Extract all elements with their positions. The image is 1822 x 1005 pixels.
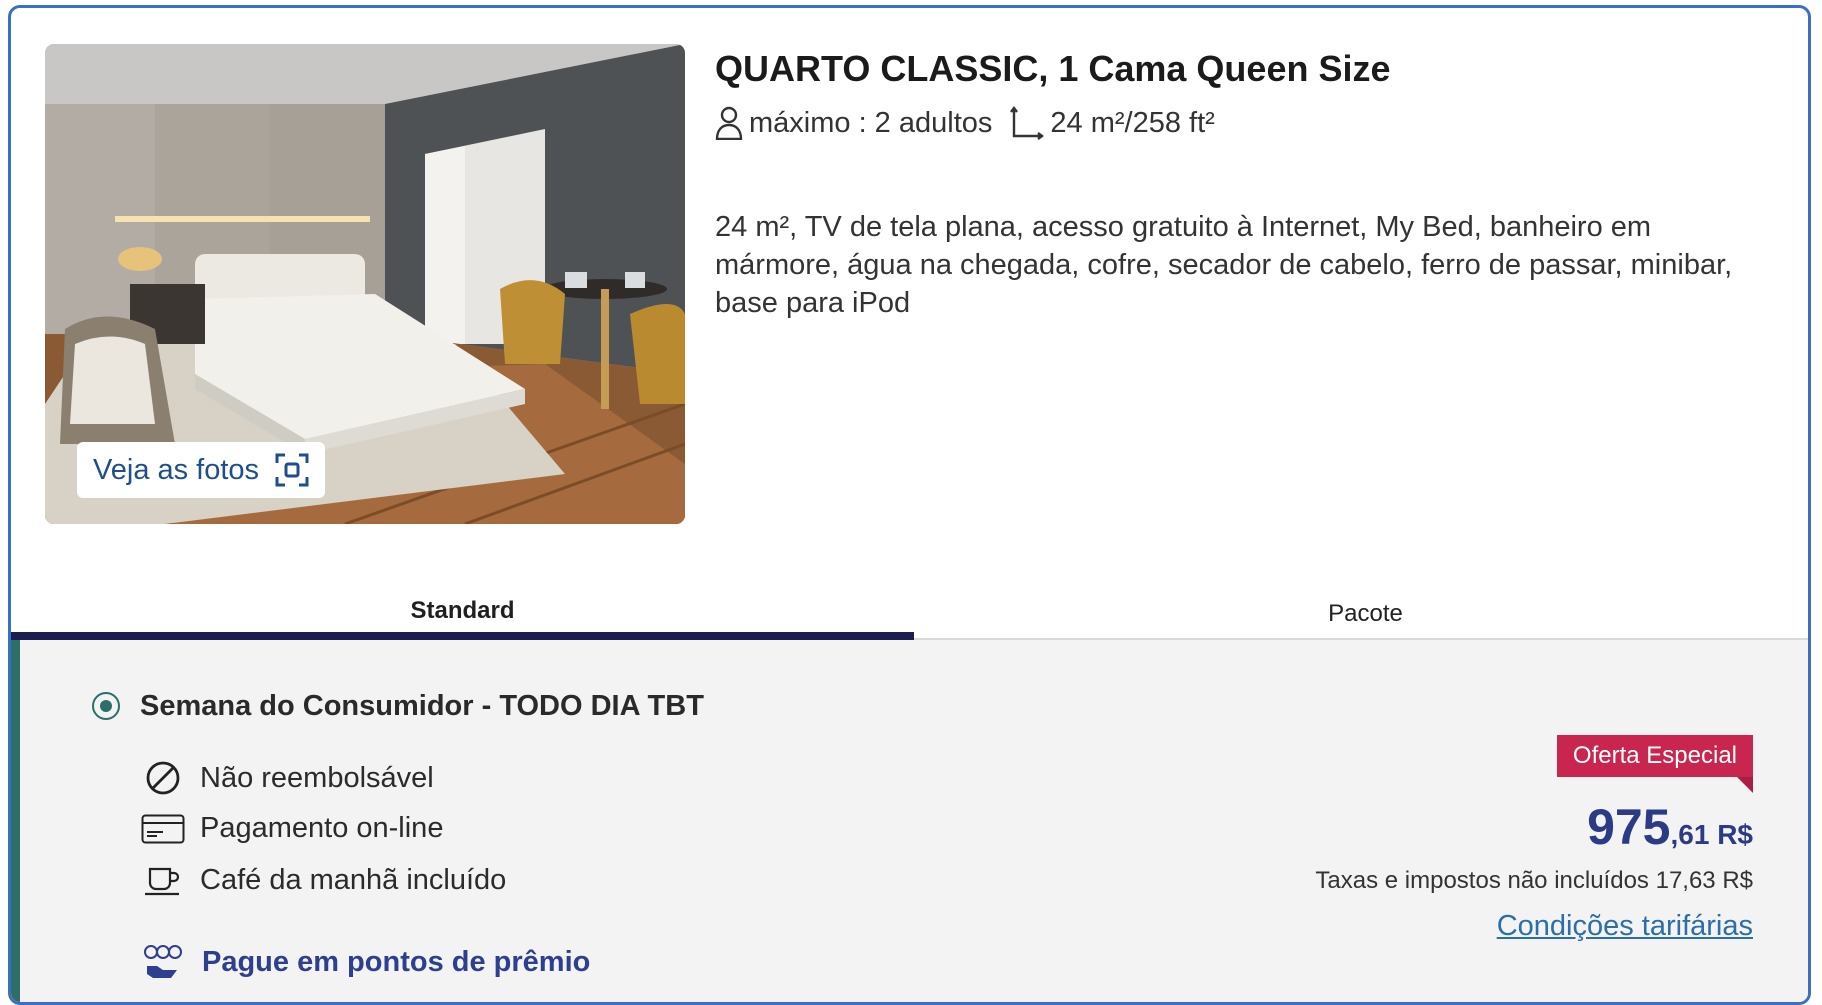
no-refund-icon <box>140 760 186 796</box>
tab-standard[interactable]: Standard <box>11 586 914 640</box>
feature-label: Pagamento on-line <box>200 812 444 844</box>
tab-pacote[interactable]: Pacote <box>914 586 1808 638</box>
feature-breakfast: Café da manhã incluído <box>140 864 506 897</box>
rate-tabs: Standard Pacote <box>11 586 1808 640</box>
room-photo[interactable]: Veja as fotos <box>45 44 685 524</box>
pay-with-points-link[interactable]: Pague em pontos de prêmio <box>140 944 590 980</box>
rate-conditions-link[interactable]: Condições tarifárias <box>1497 910 1753 943</box>
feature-online-payment: Pagamento on-line <box>140 812 443 845</box>
feature-no-refund: Não reembolsável <box>140 760 434 796</box>
room-meta: máximo : 2 adultos 24 m²/258 ft² <box>715 106 1215 140</box>
credit-card-icon <box>140 814 186 844</box>
fullscreen-icon <box>275 453 309 487</box>
room-title: QUARTO CLASSIC, 1 Cama Queen Size <box>715 48 1391 89</box>
rate-option: Semana do Consumidor - TODO DIA TBT Não … <box>11 640 1808 1002</box>
pay-with-points-label: Pague em pontos de prêmio <box>202 945 591 978</box>
feature-label: Não reembolsável <box>200 761 434 794</box>
view-photos-label: Veja as fotos <box>93 453 260 486</box>
room-card: Veja as fotos QUARTO CLASSIC, 1 Cama Que… <box>8 5 1811 1005</box>
price-main: 975 <box>1587 799 1671 855</box>
special-offer-badge: Oferta Especial <box>1556 735 1754 793</box>
taxes-text: Taxas e impostos não incluídos 17,63 R$ <box>1315 867 1753 894</box>
reward-points-icon <box>140 944 186 980</box>
price: 975,61 R$ <box>1587 798 1753 856</box>
room-size-text: 24 m²/258 ft² <box>1050 106 1215 139</box>
rate-name: Semana do Consumidor - TODO DIA TBT <box>140 690 704 722</box>
person-icon <box>715 106 743 140</box>
price-cents: ,61 R$ <box>1670 819 1754 850</box>
occupancy-text: máximo : 2 adultos <box>749 106 993 139</box>
view-photos-button[interactable]: Veja as fotos <box>77 442 326 498</box>
room-size-icon <box>1010 106 1045 140</box>
feature-label: Café da manhã incluído <box>200 864 507 896</box>
room-description: 24 m², TV de tela plana, acesso gratuito… <box>715 211 1733 319</box>
coffee-cup-icon <box>140 866 186 896</box>
rate-radio[interactable] <box>92 692 120 720</box>
